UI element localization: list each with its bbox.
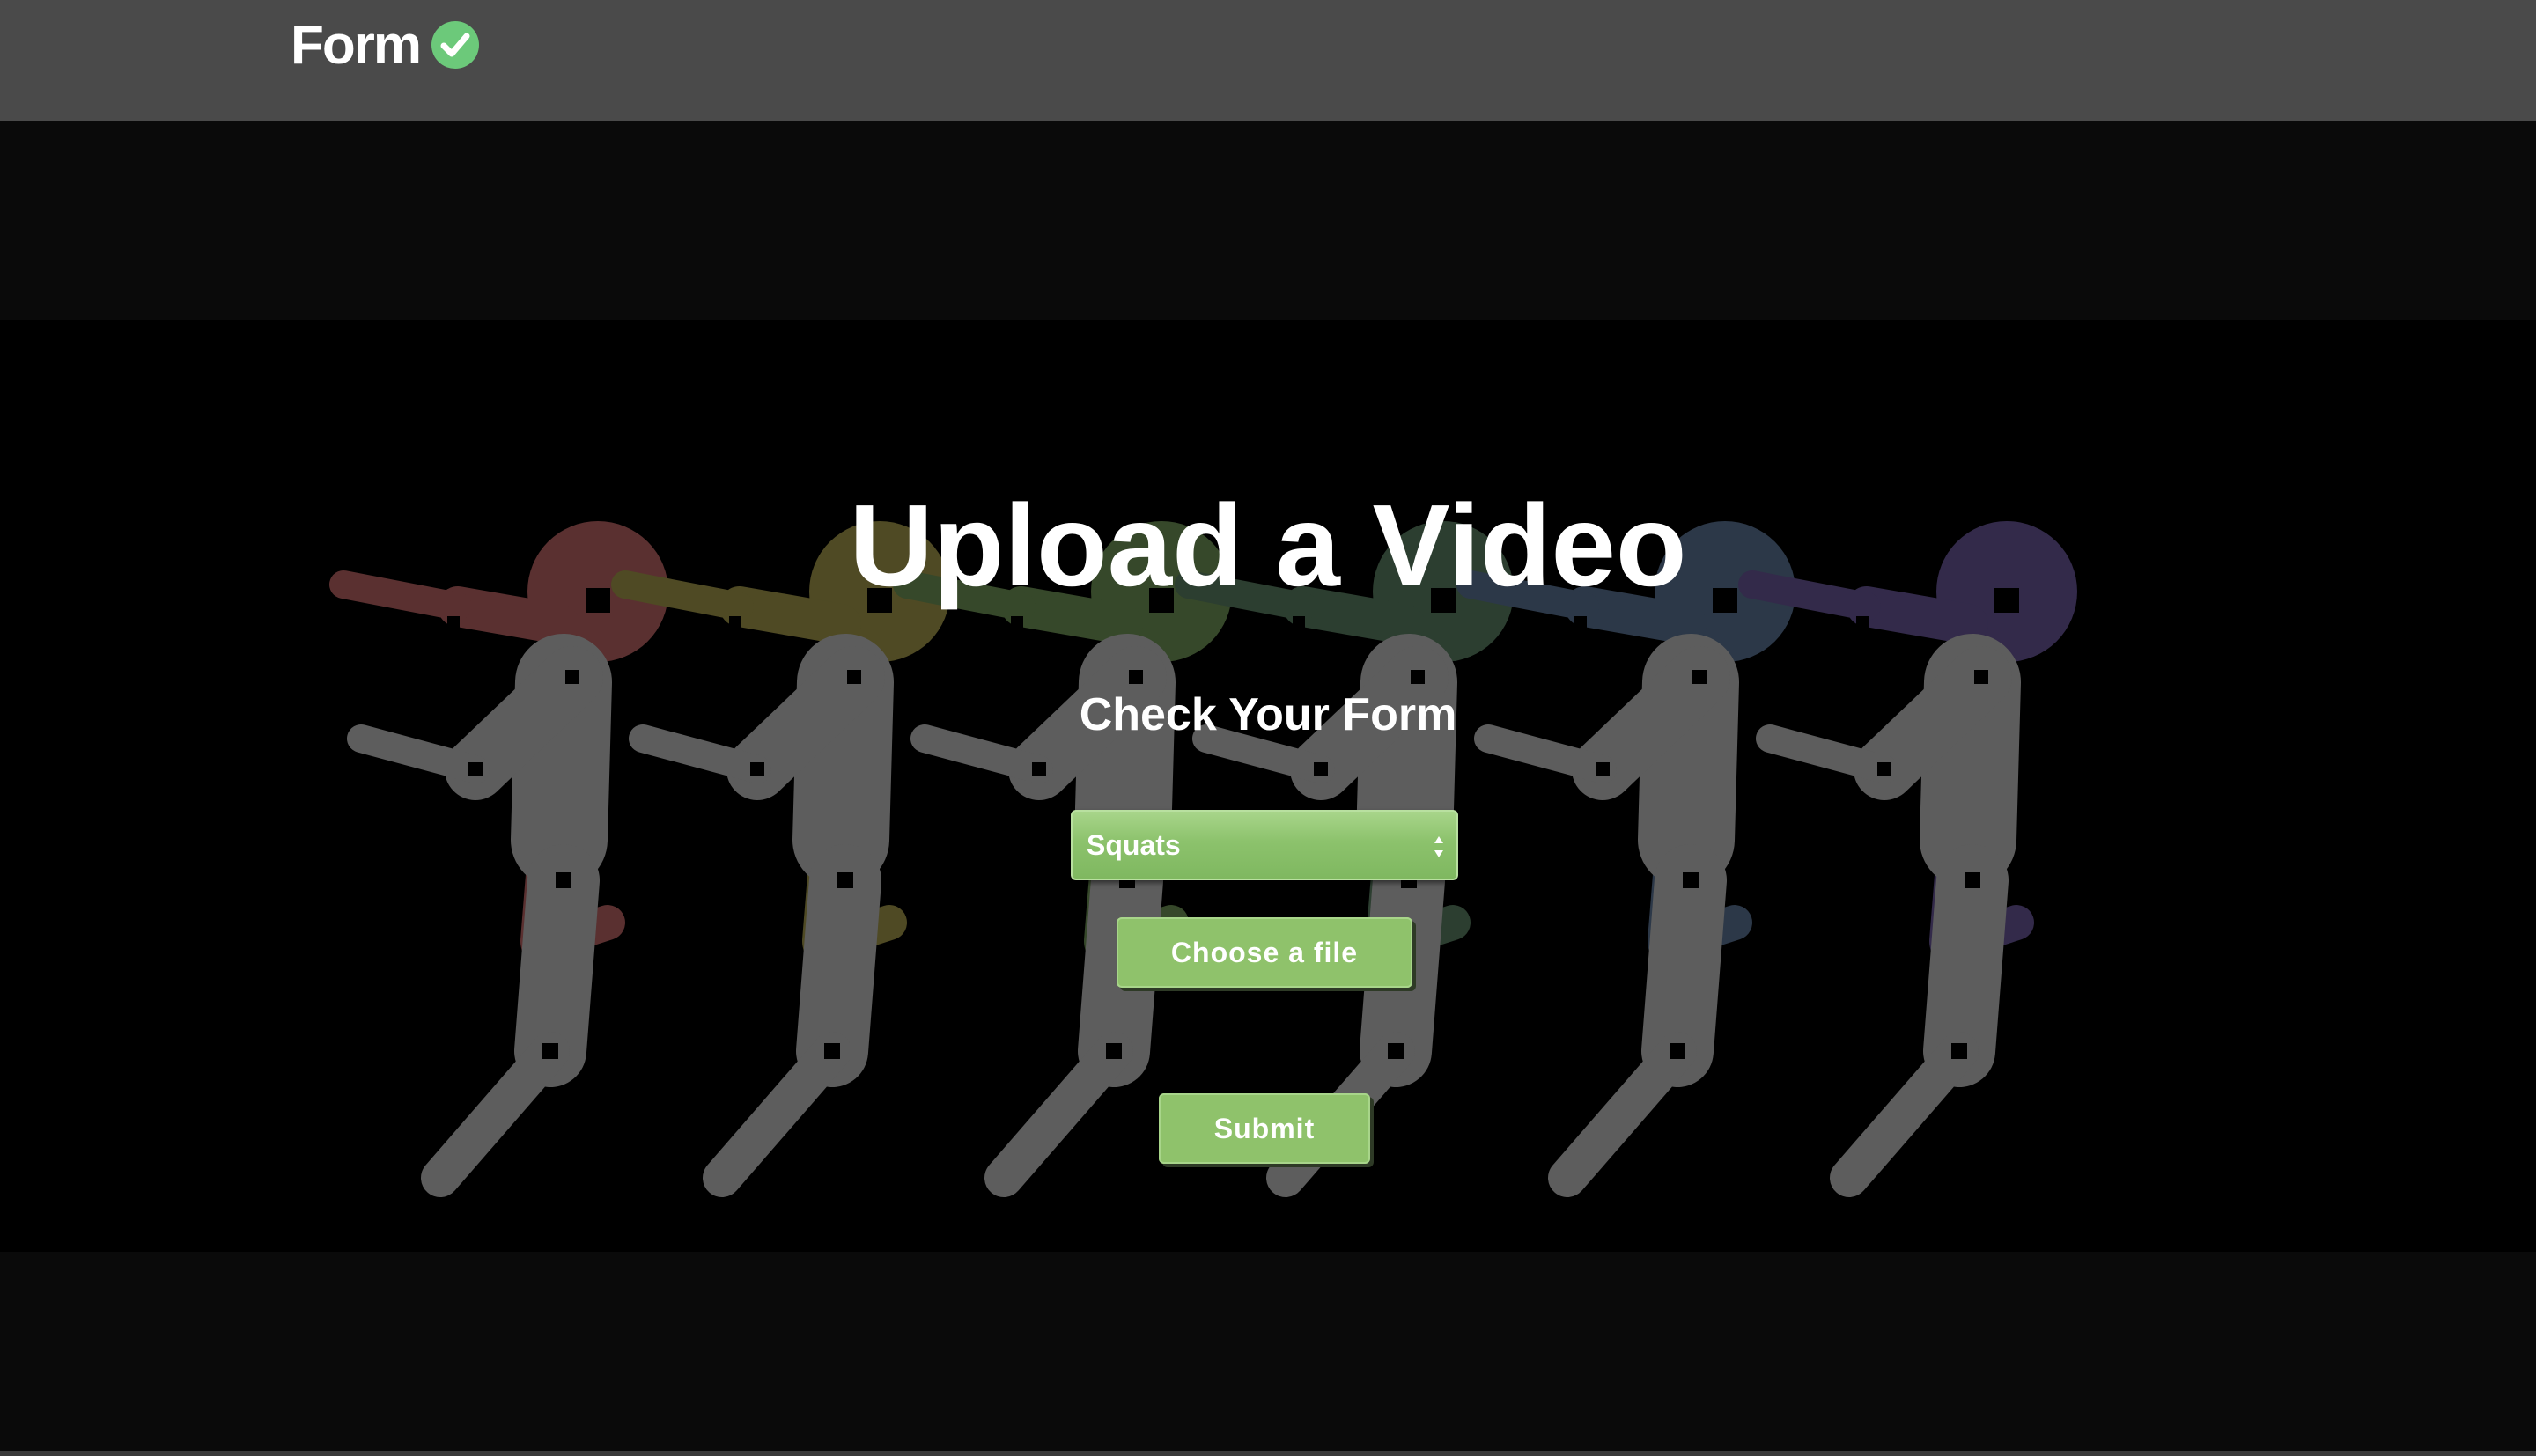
figure-joint <box>729 616 741 629</box>
figure-joint <box>1314 762 1328 776</box>
figure-joint <box>1670 1043 1685 1059</box>
letterbox-top <box>0 121 2536 320</box>
figure-joint <box>565 670 579 684</box>
bottom-edge <box>0 1451 2536 1456</box>
figure-joint <box>1856 616 1869 629</box>
figure-joint <box>1951 1043 1967 1059</box>
figure-joint <box>1106 1043 1122 1059</box>
figure-joint <box>1032 762 1046 776</box>
figure-joint <box>1877 762 1891 776</box>
figure-joint <box>837 872 853 888</box>
figure-joint <box>556 872 571 888</box>
page-subtitle: Check Your Form <box>1079 689 1457 740</box>
figure-joint <box>1411 670 1425 684</box>
updown-arrows-icon <box>1434 836 1443 857</box>
exercise-select[interactable]: Squats <box>1071 810 1458 880</box>
figure-joint <box>847 670 861 684</box>
check-circle-icon <box>431 21 479 69</box>
figure-joint <box>1974 670 1988 684</box>
exercise-select-value: Squats <box>1087 828 1181 861</box>
figure-joint <box>1388 1043 1404 1059</box>
figure-joint <box>1965 872 1980 888</box>
figure-joint <box>824 1043 840 1059</box>
figure-joint <box>1683 872 1699 888</box>
figure-joint <box>1692 670 1707 684</box>
figure-joint <box>1129 670 1143 684</box>
brand-text: Form <box>291 14 422 76</box>
figure-joint <box>468 762 483 776</box>
figure-joint <box>1293 616 1305 629</box>
navbar: Form <box>0 0 2536 121</box>
figure-joint <box>750 762 764 776</box>
letterbox-bottom <box>0 1252 2536 1451</box>
submit-button[interactable]: Submit <box>1159 1093 1370 1164</box>
figure-joint <box>1574 616 1587 629</box>
stick-figure <box>329 521 668 1198</box>
page-title: Upload a Video <box>849 481 1687 610</box>
figure-joint <box>1011 616 1023 629</box>
brand-logo[interactable]: Form <box>291 14 480 76</box>
figure-joint <box>447 616 460 629</box>
choose-file-button[interactable]: Choose a file <box>1117 917 1412 988</box>
figure-joint <box>542 1043 558 1059</box>
figure-joint <box>1596 762 1610 776</box>
